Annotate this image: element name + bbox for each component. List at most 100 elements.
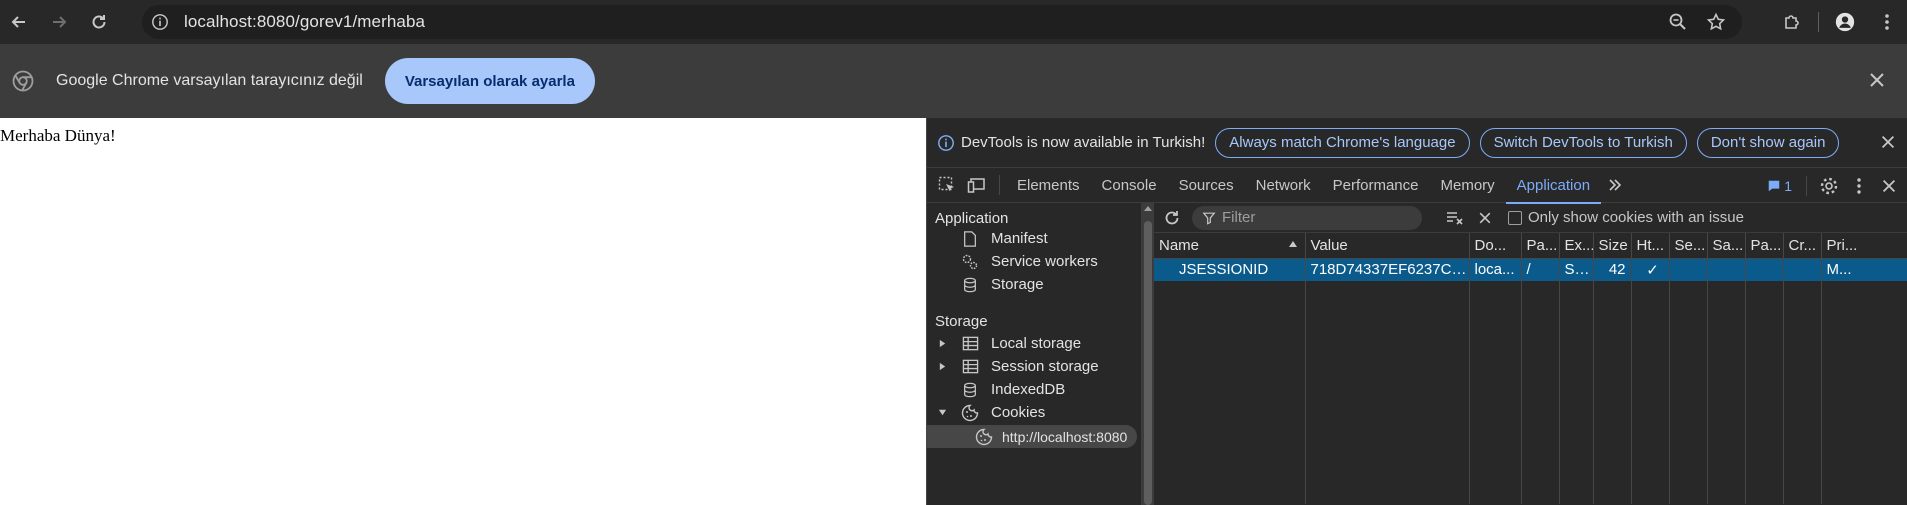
cookie-partition-key[interactable] [1745, 258, 1784, 281]
column-header-secure[interactable]: Se... [1669, 233, 1708, 259]
forward-button[interactable] [42, 5, 76, 39]
filter-icon [1202, 212, 1216, 225]
settings-button[interactable] [1815, 172, 1843, 200]
column-header-name[interactable]: Name [1154, 233, 1306, 259]
device-toolbar-button[interactable] [963, 171, 991, 199]
kebab-menu-icon [1857, 177, 1861, 194]
switch-language-button[interactable]: Switch DevTools to Turkish [1479, 127, 1687, 158]
sidebar-header-application: Application [935, 210, 1009, 227]
extensions-button[interactable] [1778, 8, 1806, 36]
bookmark-button[interactable] [1702, 8, 1730, 36]
only-issues-checkbox[interactable] [1508, 210, 1522, 225]
page-content: Merhaba Dünya! [0, 118, 926, 505]
devtools-menu-button[interactable] [1845, 172, 1873, 200]
cookies-toolbar: Filter Only show cookies with an issue [1154, 203, 1907, 233]
chevron-right-icon[interactable] [935, 339, 949, 348]
cookie-name[interactable]: JSESSIONID [1154, 258, 1306, 281]
sidebar-item-label: IndexedDB [991, 381, 1066, 398]
column-header-cross-site[interactable]: Cr... [1783, 233, 1822, 259]
cookie-path[interactable]: / [1521, 258, 1560, 281]
avatar-icon [1835, 12, 1855, 32]
column-header-expires[interactable]: Ex... [1559, 233, 1594, 259]
refresh-button[interactable] [1160, 206, 1184, 230]
tab-performance[interactable]: Performance [1322, 168, 1430, 203]
cookie-expires[interactable]: Se... [1559, 258, 1594, 281]
clear-list-icon [1447, 211, 1463, 225]
scrollbar-thumb[interactable] [1144, 221, 1152, 505]
sidebar-item-label: Storage [991, 276, 1044, 293]
set-default-button[interactable]: Varsayılan olarak ayarla [384, 58, 595, 104]
gears-icon [961, 253, 979, 271]
chrome-menu-button[interactable] [1873, 8, 1901, 36]
zoom-out-icon [1669, 13, 1686, 30]
more-tabs-button[interactable] [1601, 168, 1629, 203]
clear-filtered-button[interactable] [1444, 207, 1466, 229]
sidebar-item-storage[interactable]: Storage [927, 273, 1141, 296]
arrow-right-icon [53, 16, 67, 28]
puzzle-icon [1785, 15, 1799, 29]
sidebar-scrollbar[interactable] [1142, 203, 1154, 505]
chevron-right-icon[interactable] [935, 362, 949, 371]
issues-badge[interactable]: 1 [1767, 178, 1792, 194]
sidebar-item-indexeddb[interactable]: IndexedDB [927, 378, 1141, 401]
column-header-size[interactable]: Size [1593, 233, 1632, 259]
close-devtools-button[interactable] [1875, 172, 1903, 200]
cookie-size[interactable]: 42 [1593, 258, 1632, 281]
column-header-samesite[interactable]: Sa... [1707, 233, 1746, 259]
cookie-httponly[interactable]: ✓ [1631, 258, 1670, 281]
sidebar-item-cookie-origin[interactable]: http://localhost:8080 [927, 425, 1137, 448]
sidebar-item-cookies[interactable]: Cookies [927, 401, 1141, 424]
column-header-partition-key[interactable]: Pa... [1745, 233, 1784, 259]
language-message: DevTools is now available in Turkish! [961, 134, 1206, 151]
clear-all-button[interactable] [1474, 207, 1496, 229]
cookie-priority[interactable]: M... [1821, 258, 1907, 281]
always-match-button[interactable]: Always match Chrome's language [1215, 127, 1470, 158]
column-header-httponly[interactable]: Ht... [1631, 233, 1670, 259]
url-text[interactable]: localhost:8080/gorev1/merhaba [184, 12, 425, 32]
device-icon [967, 178, 985, 193]
scroll-up-arrow[interactable] [1144, 206, 1152, 211]
table-row[interactable]: JSESSIONID 718D74337EF6237C9... loca... … [1154, 258, 1907, 281]
sidebar-item-label: Local storage [991, 335, 1082, 352]
tab-network[interactable]: Network [1245, 168, 1322, 203]
tab-divider [999, 175, 1000, 195]
table-empty-area [1154, 281, 1907, 504]
document-icon [961, 230, 979, 248]
devtools-panel: DevTools is now available in Turkish! Al… [926, 118, 1907, 505]
issues-count: 1 [1784, 177, 1792, 194]
profile-button[interactable] [1831, 8, 1859, 36]
tab-console[interactable]: Console [1091, 168, 1168, 203]
tab-sources[interactable]: Sources [1168, 168, 1245, 203]
cookie-secure[interactable] [1669, 258, 1708, 281]
dont-show-again-button[interactable]: Don't show again [1696, 127, 1840, 158]
sidebar-item-session-storage[interactable]: Session storage [927, 355, 1141, 378]
column-header-path[interactable]: Pa... [1521, 233, 1560, 259]
sidebar-item-local-storage[interactable]: Local storage [927, 332, 1141, 355]
toolbar-divider [1818, 12, 1819, 32]
column-header-value[interactable]: Value [1305, 233, 1470, 259]
refresh-icon [1165, 210, 1179, 224]
reload-button[interactable] [82, 5, 116, 39]
site-info-button[interactable] [146, 8, 174, 36]
tab-memory[interactable]: Memory [1430, 168, 1506, 203]
sidebar-item-service-workers[interactable]: Service workers [927, 250, 1141, 273]
cookie-value[interactable]: 718D74337EF6237C9... [1305, 258, 1470, 281]
inspect-element-button[interactable] [933, 171, 961, 199]
tab-divider [1806, 175, 1807, 196]
cookie-samesite[interactable] [1707, 258, 1746, 281]
sidebar-item-manifest[interactable]: Manifest [927, 227, 1141, 250]
back-button[interactable] [2, 5, 36, 39]
arrow-left-icon [11, 16, 25, 28]
tab-application[interactable]: Application [1505, 168, 1602, 204]
column-header-priority[interactable]: Pri... [1821, 233, 1907, 259]
zoom-button[interactable] [1664, 8, 1692, 36]
filter-input[interactable]: Filter [1192, 205, 1422, 230]
close-icon[interactable] [1867, 70, 1887, 90]
cookie-domain[interactable]: loca... [1469, 258, 1522, 281]
cookie-cross-site[interactable] [1783, 258, 1822, 281]
close-icon[interactable] [1879, 133, 1897, 151]
address-bar[interactable]: localhost:8080/gorev1/merhaba [142, 5, 1742, 39]
column-header-domain[interactable]: Do... [1469, 233, 1522, 259]
tab-elements[interactable]: Elements [1006, 168, 1091, 203]
chevron-down-icon[interactable] [935, 408, 949, 417]
